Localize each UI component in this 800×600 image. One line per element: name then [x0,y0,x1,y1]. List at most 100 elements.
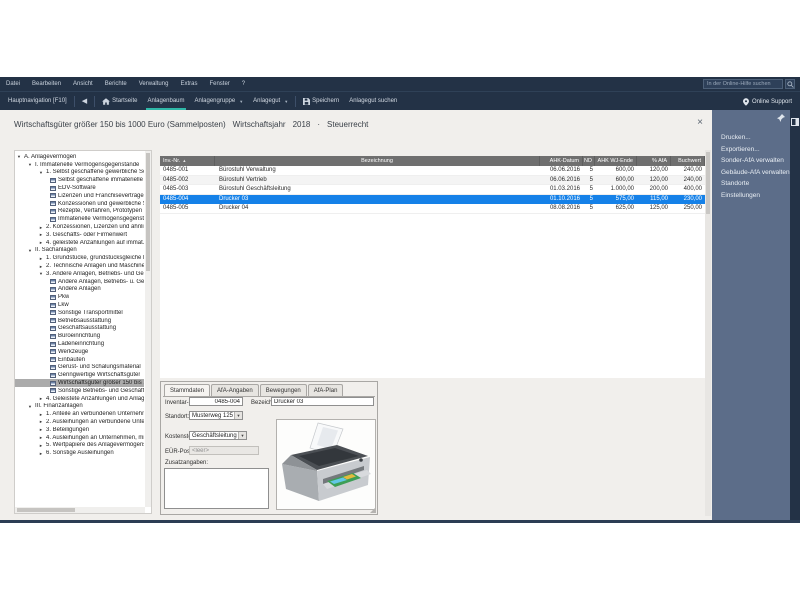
scrollbar-thumb[interactable] [146,153,150,271]
table-row[interactable]: 0485-003Bürostuhl Geschäftsleitung01.03.… [160,185,705,195]
tree-item[interactable]: Sonstige Betriebs- und Geschäftsausstatt… [15,387,144,395]
collapse-arrow-icon[interactable]: ▼ [39,271,46,276]
column-header[interactable]: Bezeichnung [215,156,540,166]
pin-icon[interactable] [777,114,785,122]
tree-item[interactable]: ▼II. Sachanlagen [15,247,144,255]
tree-item[interactable]: ►1. Grundstücke, grundstücksgleiche Rech… [15,254,144,262]
collapse-arrow-icon[interactable]: ▼ [17,154,24,159]
tree-item[interactable]: Lizenzen und Franchiseverträge [15,192,144,200]
menu-item-3[interactable]: Berichte [99,77,133,91]
menu-item-4[interactable]: Verwaltung [133,77,175,91]
column-header[interactable]: Inv.-Nr.▲ [160,156,215,166]
back-button[interactable]: ◀ [77,92,92,111]
tree-item[interactable]: ►6. Sonstige Ausleihungen [15,449,144,457]
wirtschaftsjahr-value[interactable]: 2018 [293,120,311,129]
table-row[interactable]: 0485-005Drucker 0408.08.20165625,00125,0… [160,204,705,214]
collapse-arrow-icon[interactable]: ▼ [28,162,35,167]
expand-arrow-icon[interactable]: ► [39,240,46,245]
expand-arrow-icon[interactable]: ► [39,419,46,424]
column-header[interactable]: AHK WJ-Ende [595,156,637,166]
table-row[interactable]: 0485-001Bürostuhl Verwaltung06.06.201656… [160,166,705,176]
bezeichnung-input[interactable] [271,397,374,406]
online-support-button[interactable]: Online Support [743,92,792,111]
table-row[interactable]: 0485-004Drucker 0301.10.20165575,00115,0… [160,195,705,205]
resize-grip[interactable] [370,507,376,513]
expand-arrow-icon[interactable]: ► [39,256,46,261]
menu-item-7[interactable]: ? [236,77,251,91]
inventar-input[interactable] [189,397,243,406]
tree-horizontal-scrollbar[interactable] [15,507,145,513]
tree-item[interactable]: ►3. Geschäfts- oder Firmenwert [15,231,144,239]
sidebar-item[interactable]: Einstellungen [712,190,790,202]
menu-item-5[interactable]: Extras [174,77,203,91]
tree-item[interactable]: Sonstige Transportmittel [15,309,144,317]
scrollbar-thumb[interactable] [17,508,75,512]
collapse-arrow-icon[interactable]: ▼ [39,170,46,175]
expand-arrow-icon[interactable]: ► [39,232,46,237]
tree-item[interactable]: ▼III. Finanzanlagen [15,403,144,411]
tree-item[interactable]: Konzessionen und gewerbliche Schutzrecht… [15,200,144,208]
anlagengruppe-button[interactable]: Anlagengruppe ▼ [190,92,249,111]
tree-item[interactable]: Einbauten [15,356,144,364]
startseite-button[interactable]: Startseite [97,92,142,111]
sidebar-item[interactable]: Standorte [712,178,790,190]
tree-item[interactable]: ►5. Wertpapiere des Anlagevermögens [15,441,144,449]
menu-item-2[interactable]: Ansicht [67,77,99,91]
tree-item[interactable]: Lkw [15,301,144,309]
tree-item[interactable]: Selbst geschaffene immaterielle Vermögen… [15,176,144,184]
sidebar-item[interactable]: Sonder-AfA verwalten [712,155,790,167]
tree-item[interactable]: Andere Anlagen, Betriebs- u. Geschäftsau… [15,278,144,286]
tree-item[interactable]: Geschäftsausstattung [15,325,144,333]
tree-item[interactable]: ▼I. Immaterielle Vermögensgegenstände [15,161,144,169]
table-row[interactable]: 0485-002Bürostuhl Vertrieb06.06.20165600… [160,176,705,186]
expand-arrow-icon[interactable]: ► [39,264,46,269]
column-header[interactable]: % AfA [637,156,671,166]
tree-item[interactable]: ►2. Technische Anlagen und Maschinen [15,262,144,270]
speichern-button[interactable]: Speichern [298,92,344,111]
expand-arrow-icon[interactable]: ► [39,396,46,401]
anlagenbaum-button[interactable]: Anlagenbaum [142,92,189,111]
tree-item[interactable]: Rezepte, Verfahren, Prototypen [15,208,144,216]
tree-item[interactable]: Geringwertige Wirtschaftsgüter [15,371,144,379]
kostenstelle-select[interactable]: Geschäftsleitung ▼ [189,431,247,440]
collapse-arrow-icon[interactable]: ▼ [28,404,35,409]
help-search-input[interactable] [703,79,783,89]
tab-Bewegungen[interactable]: Bewegungen [260,384,307,396]
tree-item[interactable]: Werkzeuge [15,348,144,356]
tree-item[interactable]: ►4. Ausleihungen an Unternehmen, mit den… [15,434,144,442]
expand-arrow-icon[interactable]: ► [39,427,46,432]
scrollbar-thumb[interactable] [706,152,710,214]
hauptnavigation-button[interactable]: Hauptnavigation [F10] [3,92,72,111]
tree-item[interactable]: ►4. Geleistete Anzahlungen und Anlagen i… [15,395,144,403]
zusatzangaben-textarea[interactable] [164,468,269,509]
tree-vertical-scrollbar[interactable] [145,151,151,507]
expand-arrow-icon[interactable]: ► [39,412,46,417]
tree-item[interactable]: ►3. Beteiligungen [15,426,144,434]
tree-item[interactable]: ►1. Anteile an verbundenen Unternehmen [15,410,144,418]
collapsed-panel-icon[interactable] [791,118,799,126]
standort-select[interactable]: Musterweg 125 ▼ [189,411,243,420]
tree-item[interactable]: ▼1. Selbst geschaffene gewerbliche Schut… [15,169,144,177]
tab-AfA-Plan[interactable]: AfA-Plan [308,384,344,396]
menu-item-1[interactable]: Bearbeiten [26,77,67,91]
tree-item[interactable]: Wirtschaftsgüter größer 150 bis 1000 Eur… [15,379,144,387]
tree-item[interactable]: Betriebsausstattung [15,317,144,325]
expand-arrow-icon[interactable]: ► [39,435,46,440]
main-vertical-scrollbar[interactable] [705,150,711,516]
tree-item[interactable]: Gerüst- und Schalungsmaterial [15,364,144,372]
tree-item[interactable]: Büroeinrichtung [15,332,144,340]
tree-item[interactable]: ►2. Ausleihungen an verbundene Unternehm… [15,418,144,426]
tree-item[interactable]: ►2. Konzessionen, Lizenzen und ähnliche … [15,223,144,231]
sidebar-item[interactable]: Exportieren... [712,144,790,156]
close-view-button[interactable]: × [694,117,706,129]
menu-item-0[interactable]: Datei [0,77,26,91]
tab-Stammdaten[interactable]: Stammdaten [164,384,210,396]
tree-item[interactable]: Ladeneinrichtung [15,340,144,348]
search-button[interactable] [785,79,795,89]
collapse-arrow-icon[interactable]: ▼ [28,248,35,253]
chevron-down-icon[interactable]: ▼ [234,412,242,419]
sidebar-item[interactable]: Drucken... [712,132,790,144]
sidebar-item[interactable]: Gebäude-AfA verwalten [712,167,790,179]
column-header[interactable]: AHK-Datum [540,156,583,166]
column-header[interactable]: ND [583,156,595,166]
